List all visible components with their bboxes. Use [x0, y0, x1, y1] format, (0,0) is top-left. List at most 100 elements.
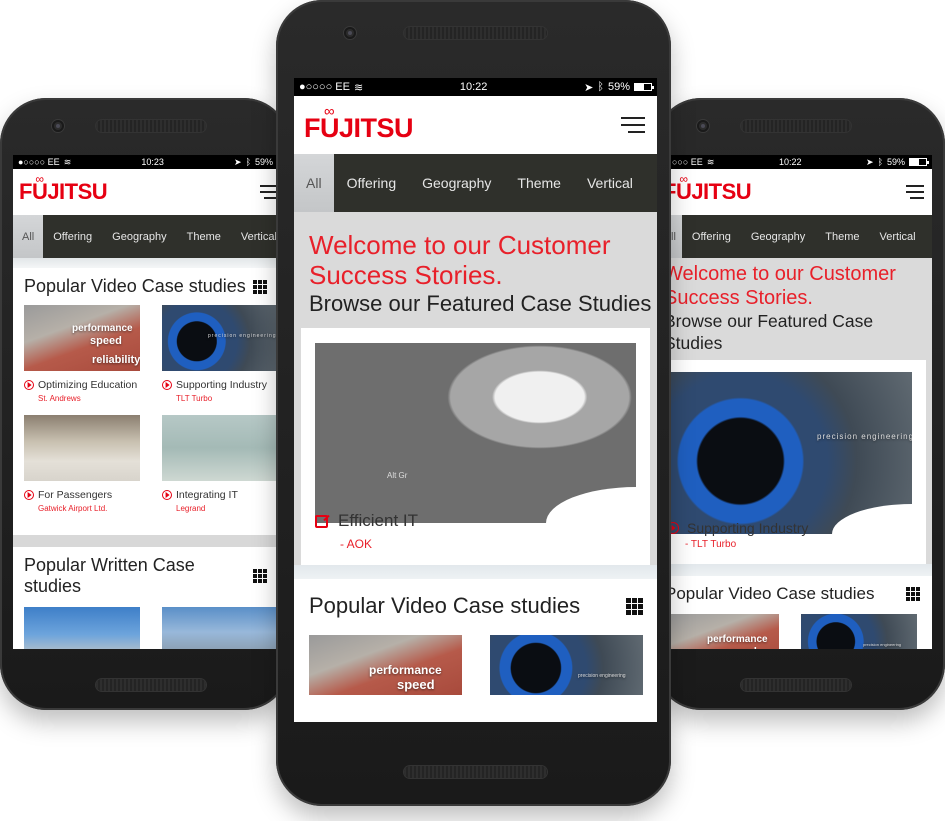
tab-all[interactable]: All	[13, 215, 44, 258]
battery-level	[910, 159, 920, 165]
tab-vertical[interactable]: Vertical	[574, 154, 646, 212]
tab-vertical[interactable]: Vertical	[870, 215, 926, 258]
featured-title: Efficient IT	[338, 511, 418, 530]
location-icon: ➤	[584, 81, 594, 94]
fujitsu-logo[interactable]: ∞ FUJITSU	[304, 104, 414, 144]
tab-theme[interactable]: Theme	[177, 215, 231, 258]
carrier-label: ○○○ EE	[672, 157, 703, 167]
video-case-studies-section: Popular Video Case studies performance s…	[294, 579, 657, 695]
clock: 10:22	[778, 157, 802, 167]
grid-view-icon[interactable]	[626, 597, 643, 615]
phone-center: ●○○○○ EE ≋ 10:22 ➤ ᛒ 59% ∞ FUJITSU All Offer…	[276, 0, 671, 806]
infinity-icon: ∞	[35, 172, 44, 187]
bluetooth-icon: ᛒ	[245, 157, 251, 167]
hero-subtitle: Browse our Featured Case Studies	[667, 311, 874, 353]
carrier-label: ●○○○○ EE	[299, 81, 350, 93]
tab-vertical[interactable]: Vertical	[231, 215, 278, 258]
video-card[interactable]: performance speed reliability Optimizing…	[24, 305, 140, 403]
video-title: Supporting Industry	[176, 379, 268, 391]
battery-level	[635, 84, 645, 90]
section-title: Popular Video Case studies	[24, 276, 246, 296]
written-case-thumbnail[interactable]	[24, 607, 140, 649]
section-title: Popular Video Case studies	[667, 584, 875, 603]
battery-label: 59%	[607, 81, 630, 93]
tab-theme[interactable]: Theme	[815, 215, 869, 258]
status-bar: ●○○○○ EE ≋ 10:22 ➤ ᛒ 59%	[294, 78, 657, 96]
location-icon: ➤	[234, 156, 242, 167]
video-thumbnail	[24, 415, 140, 481]
video-client: Gatwick Airport Ltd.	[38, 504, 108, 513]
battery-label: 59%	[886, 157, 905, 167]
video-client: St. Andrews	[38, 394, 81, 403]
hero-title-line2: Success Stories.	[667, 287, 813, 309]
tab-all[interactable]: All	[294, 154, 334, 212]
bottom-speaker	[404, 766, 547, 778]
grid-view-icon[interactable]	[253, 569, 267, 583]
clock: 10:22	[459, 81, 488, 93]
video-thumbnail: precision engineering	[162, 305, 278, 371]
tab-theme[interactable]: Theme	[504, 154, 574, 212]
screen-right: ○○○ EE ≋ 10:22 ➤ ᛒ 59% ∞ FUJITSU ll Offering…	[667, 155, 932, 649]
featured-image: Alt Gr	[315, 343, 636, 523]
wifi-icon: ≋	[63, 156, 72, 167]
infinity-icon: ∞	[679, 172, 688, 187]
featured-title: Supporting Industry	[687, 520, 809, 536]
play-icon	[162, 380, 172, 390]
featured-case-card[interactable]: Alt Gr Efficient IT - AOK	[301, 328, 650, 565]
filter-tabs: ll Offering Geography Theme Vertical	[667, 215, 932, 258]
video-thumbnail: performance speed reliability	[24, 305, 140, 371]
tab-geography[interactable]: Geography	[102, 215, 176, 258]
fujitsu-logo[interactable]: ∞ FUJITSU	[19, 172, 108, 205]
battery-icon	[909, 158, 929, 166]
featured-case-card[interactable]: precision engineering Supporting Industr…	[667, 360, 926, 564]
grid-view-icon[interactable]	[253, 279, 267, 294]
battery-icon	[634, 83, 654, 91]
wifi-icon: ≋	[353, 81, 364, 94]
fujitsu-logo[interactable]: ∞ FUJITSU	[667, 172, 752, 205]
clock: 10:23	[141, 157, 164, 167]
video-thumbnail[interactable]: performance speed	[309, 635, 462, 695]
video-client: TLT Turbo	[176, 394, 213, 403]
video-thumbnail	[162, 415, 278, 481]
video-thumbnail[interactable]: performance speed	[667, 614, 779, 649]
written-case-thumbnail[interactable]	[162, 607, 278, 649]
menu-button[interactable]	[906, 185, 924, 199]
featured-client: - TLT Turbo	[685, 539, 737, 550]
screen-center: ●○○○○ EE ≋ 10:22 ➤ ᛒ 59% ∞ FUJITSU All Offer…	[294, 78, 657, 722]
grid-view-icon[interactable]	[906, 587, 920, 601]
filter-tabs: All Offering Geography Theme Vertical	[294, 154, 657, 212]
tab-offering[interactable]: Offering	[43, 215, 102, 258]
play-icon	[162, 490, 172, 500]
play-icon	[24, 490, 34, 500]
video-card[interactable]: precision engineering Supporting Industr…	[162, 305, 278, 403]
earpiece-speaker	[404, 27, 547, 39]
phone-left: ●○○○○ EE ≋ 10:23 ➤ ᛒ 59% ∞ FUJITSU All Offer…	[0, 98, 290, 710]
app-header: ∞ FUJITSU	[667, 169, 932, 215]
tab-geography[interactable]: Geography	[409, 154, 504, 212]
video-client: Legrand	[176, 504, 206, 513]
bluetooth-icon: ᛒ	[877, 157, 883, 167]
earpiece-speaker	[96, 120, 206, 132]
front-camera	[344, 27, 356, 39]
carrier-label: ●○○○○ EE	[18, 157, 60, 167]
hero-title-line1: Welcome to our Customer	[667, 263, 896, 285]
section-title: Popular Video Case studies	[309, 593, 581, 618]
video-card[interactable]: Integrating IT Legrand	[162, 415, 278, 513]
menu-button[interactable]	[621, 117, 645, 133]
video-card[interactable]: For Passengers Gatwick Airport Ltd.	[24, 415, 140, 513]
section-divider	[13, 535, 278, 547]
play-icon	[24, 380, 34, 390]
video-title: For Passengers	[38, 489, 113, 501]
video-thumbnail[interactable]: precision engineering	[490, 635, 643, 695]
featured-client: - AOK	[340, 537, 373, 551]
tab-offering[interactable]: Offering	[682, 215, 741, 258]
tab-offering[interactable]: Offering	[334, 154, 410, 212]
hero-title-line1: Welcome to our Customer	[309, 230, 611, 260]
phone-right: ○○○ EE ≋ 10:22 ➤ ᛒ 59% ∞ FUJITSU ll Offering…	[655, 98, 945, 710]
video-case-studies-section: Popular Video Case studies performance s…	[13, 268, 278, 513]
status-bar: ○○○ EE ≋ 10:22 ➤ ᛒ 59%	[667, 155, 932, 169]
video-thumbnail[interactable]: precision engineering	[801, 614, 917, 649]
hamburger-icon	[621, 117, 645, 119]
front-camera	[697, 120, 709, 132]
tab-geography[interactable]: Geography	[741, 215, 815, 258]
